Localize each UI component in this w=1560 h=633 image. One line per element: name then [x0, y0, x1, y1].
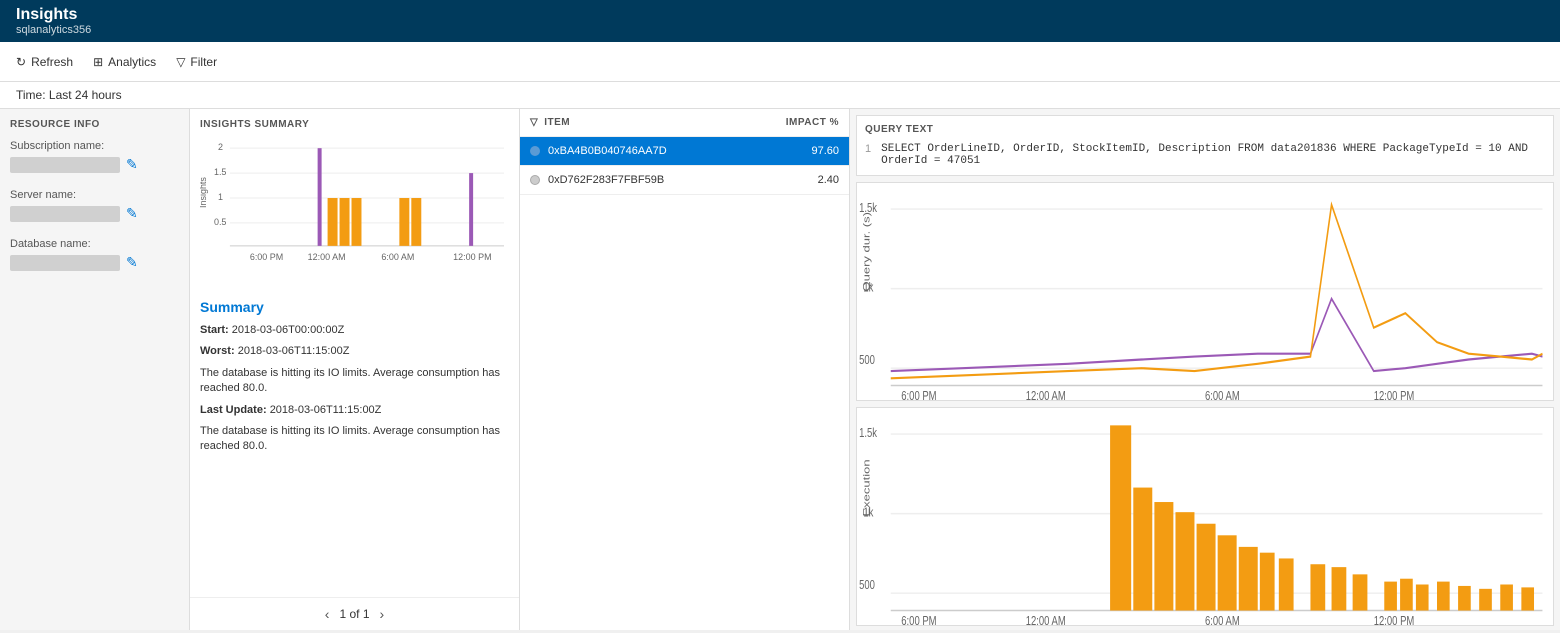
item-dot-0	[530, 146, 540, 156]
prev-page-button[interactable]: ‹	[325, 606, 330, 622]
main-content: RESOURCE INFO Subscription name: Server …	[0, 109, 1560, 630]
insights-chart: 2 1.5 1 0.5	[190, 134, 519, 289]
resource-info-panel: RESOURCE INFO Subscription name: Server …	[0, 109, 190, 630]
svg-text:12:00 AM: 12:00 AM	[1026, 390, 1066, 400]
page-current: 1	[339, 607, 346, 621]
time-label: Time: Last 24 hours	[16, 88, 122, 102]
svg-text:12:00 AM: 12:00 AM	[308, 252, 346, 262]
item-impact-0: 97.60	[759, 145, 839, 157]
database-field: Database name:	[10, 238, 179, 271]
subscription-label: Subscription name:	[10, 140, 179, 152]
refresh-icon	[16, 55, 26, 69]
item-row[interactable]: 0xBA4B0B040746AA7D 97.60	[520, 137, 849, 166]
server-label: Server name:	[10, 189, 179, 201]
svg-text:6:00 PM: 6:00 PM	[901, 615, 936, 625]
query-duration-chart: 1.5k 1k 500 6:00 PM 12:00 AM	[856, 182, 1554, 401]
summary-worst-label: Worst:	[200, 345, 235, 357]
summary-start-value: 2018-03-06T00:00:00Z	[232, 324, 345, 336]
summary-section: Summary Start: 2018-03-06T00:00:00Z Wors…	[190, 289, 519, 597]
insights-summary-panel: INSIGHTS SUMMARY 2 1.5 1 0.5	[190, 109, 520, 630]
item-name-1: 0xD762F283F7FBF59B	[548, 174, 759, 186]
items-header: ▽ ITEM IMPACT %	[520, 109, 849, 137]
svg-text:12:00 PM: 12:00 PM	[1374, 390, 1415, 400]
svg-text:0.5: 0.5	[214, 217, 226, 227]
svg-text:1: 1	[218, 192, 223, 202]
database-edit-icon[interactable]	[126, 254, 138, 271]
summary-worst: Worst: 2018-03-06T11:15:00Z	[200, 344, 509, 359]
svg-text:6:00 PM: 6:00 PM	[250, 252, 283, 262]
subscription-value	[10, 157, 120, 173]
execution-chart: 1.5k 1k 500	[856, 407, 1554, 626]
query-line-number: 1	[865, 143, 871, 167]
insights-chart-svg: 2 1.5 1 0.5	[200, 138, 509, 268]
items-panel: ▽ ITEM IMPACT % 0xBA4B0B040746AA7D 97.60…	[520, 109, 850, 630]
analytics-button[interactable]: Analytics	[93, 55, 156, 69]
filter-table-icon: ▽	[530, 117, 538, 128]
summary-worst-value: 2018-03-06T11:15:00Z	[238, 345, 350, 357]
item-impact-1: 2.40	[759, 174, 839, 186]
query-text-content: 1 SELECT OrderLineID, OrderID, StockItem…	[865, 143, 1545, 167]
summary-start: Start: 2018-03-06T00:00:00Z	[200, 323, 509, 338]
svg-text:12:00 PM: 12:00 PM	[1374, 615, 1415, 625]
refresh-label: Refresh	[31, 55, 73, 69]
toolbar: Refresh Analytics Filter	[0, 42, 1560, 82]
svg-text:6:00 AM: 6:00 AM	[381, 252, 414, 262]
subscription-field: Subscription name:	[10, 140, 179, 173]
svg-text:6:00 PM: 6:00 PM	[901, 390, 936, 400]
server-field: Server name:	[10, 189, 179, 222]
resource-info-title: RESOURCE INFO	[10, 119, 179, 130]
refresh-button[interactable]: Refresh	[16, 55, 73, 69]
svg-text:Execution: Execution	[862, 459, 872, 516]
query-text-title: QUERY TEXT	[865, 124, 1545, 135]
database-label: Database name:	[10, 238, 179, 250]
subscription-edit-icon[interactable]	[126, 156, 138, 173]
query-code: SELECT OrderLineID, OrderID, StockItemID…	[881, 143, 1545, 167]
filter-icon	[176, 55, 185, 69]
page-separator: of	[349, 607, 359, 621]
server-edit-icon[interactable]	[126, 205, 138, 222]
svg-text:12:00 AM: 12:00 AM	[1026, 615, 1066, 625]
app-title: Insights	[16, 6, 1544, 24]
svg-text:Insights: Insights	[200, 177, 208, 208]
filter-label: Filter	[190, 55, 217, 69]
svg-text:1.5: 1.5	[214, 167, 226, 177]
query-text-panel: QUERY TEXT 1 SELECT OrderLineID, OrderID…	[856, 115, 1554, 176]
next-page-button[interactable]: ›	[380, 606, 385, 622]
summary-last-update: Last Update: 2018-03-06T11:15:00Z	[200, 403, 509, 418]
analytics-icon	[93, 55, 103, 69]
app-subtitle: sqlanalytics356	[16, 24, 1544, 36]
svg-text:1.5k: 1.5k	[859, 427, 877, 441]
summary-start-label: Start:	[200, 324, 229, 336]
page-info: 1 of 1	[339, 607, 369, 621]
summary-heading: Summary	[200, 299, 509, 315]
svg-text:6:00 AM: 6:00 AM	[1205, 390, 1240, 400]
pagination: ‹ 1 of 1 ›	[190, 597, 519, 630]
summary-desc1: The database is hitting its IO limits. A…	[200, 366, 509, 397]
analytics-label: Analytics	[108, 55, 156, 69]
page-total: 1	[363, 607, 370, 621]
filter-button[interactable]: Filter	[176, 55, 217, 69]
svg-text:6:00 AM: 6:00 AM	[1205, 615, 1240, 625]
svg-text:2: 2	[218, 142, 223, 152]
item-dot-1	[530, 175, 540, 185]
svg-text:500: 500	[859, 579, 875, 593]
svg-text:500: 500	[859, 354, 875, 368]
summary-desc2: The database is hitting its IO limits. A…	[200, 424, 509, 455]
summary-last-update-label: Last Update:	[200, 404, 267, 416]
right-charts: 1.5k 1k 500 6:00 PM 12:00 AM	[850, 180, 1560, 630]
insights-summary-title: INSIGHTS SUMMARY	[190, 109, 519, 134]
item-name-0: 0xBA4B0B040746AA7D	[548, 145, 759, 157]
col-impact-header: IMPACT %	[759, 117, 839, 128]
svg-text:Query dur. (s): Query dur. (s)	[862, 212, 872, 292]
server-value	[10, 206, 120, 222]
item-row[interactable]: 0xD762F283F7FBF59B 2.40	[520, 166, 849, 195]
app-header: Insights sqlanalytics356	[0, 0, 1560, 42]
database-value	[10, 255, 120, 271]
time-bar: Time: Last 24 hours	[0, 82, 1560, 109]
svg-text:12:00 PM: 12:00 PM	[453, 252, 491, 262]
query-panel: QUERY TEXT 1 SELECT OrderLineID, OrderID…	[850, 109, 1560, 630]
summary-last-update-value: 2018-03-06T11:15:00Z	[270, 404, 382, 416]
col-item-header: ITEM	[544, 117, 759, 128]
